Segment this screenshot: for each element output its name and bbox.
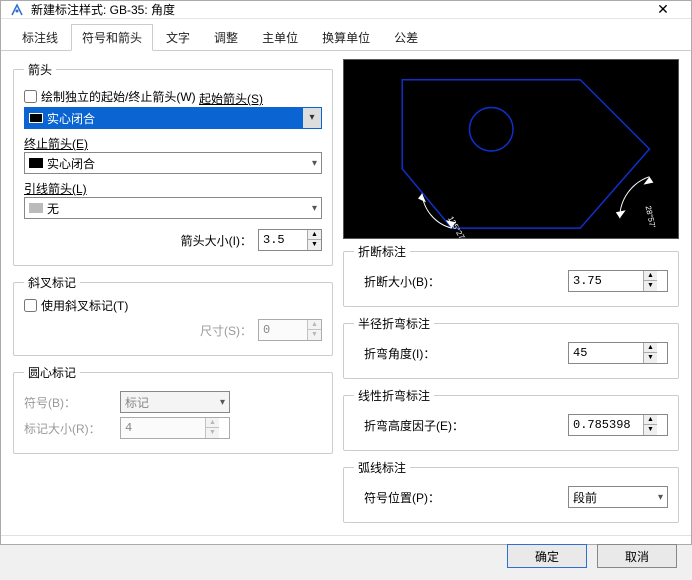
jog-angle-up-icon[interactable]: ▲	[643, 343, 657, 353]
tab-symbols-arrows[interactable]: 符号和箭头	[71, 24, 153, 51]
group-arrowhead-legend: 箭头	[24, 61, 56, 78]
spinner-jog-factor[interactable]: ▲▼	[568, 414, 668, 436]
jog-factor-down-icon[interactable]: ▼	[643, 425, 657, 435]
chevron-down-icon: ▾	[220, 397, 225, 408]
select-start-arrow-value: 实心闭合	[47, 110, 95, 127]
spinner-slant-size: ▲▼	[258, 319, 322, 341]
label-leader-arrow: 引线箭头(L)	[24, 180, 87, 197]
label-start-arrow: 起始箭头(S)	[199, 90, 263, 107]
jog-angle-down-icon[interactable]: ▼	[643, 353, 657, 363]
tab-alt-units[interactable]: 换算单位	[311, 24, 381, 51]
checkbox-independent-arrows-input[interactable]	[24, 90, 37, 103]
chevron-down-icon[interactable]: ▾	[312, 158, 317, 169]
group-break: 折断标注 折断大小(B)： ▲▼	[343, 243, 679, 307]
select-arc-pos[interactable]: 段前 ▾	[568, 486, 668, 508]
svg-text:135°27': 135°27'	[446, 215, 467, 238]
arrow-size-down-icon[interactable]: ▼	[307, 240, 321, 250]
select-start-arrow[interactable]: 实心闭合 ▾	[24, 107, 322, 129]
spinner-jog-angle[interactable]: ▲▼	[568, 342, 668, 364]
titlebar: 新建标注样式: GB-35: 角度 ✕	[1, 1, 691, 19]
input-arrow-size[interactable]	[259, 230, 307, 250]
break-down-icon[interactable]: ▼	[643, 281, 657, 291]
label-jog-angle: 折弯角度(I)：	[364, 345, 568, 362]
tab-tolerance[interactable]: 公差	[383, 24, 429, 51]
svg-text:28°57': 28°57'	[644, 205, 658, 229]
tab-fit[interactable]: 调整	[203, 24, 249, 51]
chevron-down-icon[interactable]: ▾	[303, 108, 321, 128]
slant-up-icon: ▲	[307, 320, 321, 330]
label-break-size: 折断大小(B)：	[364, 273, 568, 290]
group-jog-radius-legend: 半径折弯标注	[354, 315, 434, 332]
checkbox-independent-arrows[interactable]: 绘制独立的起始/终止箭头(W)	[24, 88, 196, 105]
group-slant: 斜叉标记 使用斜叉标记(T) 尺寸(S)： ▲▼	[13, 274, 333, 356]
chevron-down-icon[interactable]: ▾	[312, 203, 317, 214]
right-column: 135°27' 28°57' 折断标注 折断大小(B)： ▲▼	[343, 57, 679, 527]
label-jog-factor: 折弯高度因子(E)：	[364, 417, 568, 434]
cancel-button[interactable]: 取消	[597, 544, 677, 568]
leader-arrow-swatch-icon	[29, 203, 43, 213]
jog-factor-up-icon[interactable]: ▲	[643, 415, 657, 425]
label-slant-size: 尺寸(S)：	[200, 322, 252, 339]
group-center: 圆心标记 符号(B)： 标记 ▾ 标记大小(R)： ▲▼	[13, 364, 333, 454]
input-break-size[interactable]	[569, 271, 643, 291]
input-slant-size	[259, 320, 307, 340]
tab-text[interactable]: 文字	[155, 24, 201, 51]
spinner-arrow-size[interactable]: ▲▼	[258, 229, 322, 251]
group-jog-radius: 半径折弯标注 折弯角度(I)： ▲▼	[343, 315, 679, 379]
select-center-symbol: 标记 ▾	[120, 391, 230, 413]
group-jog-linear-legend: 线性折弯标注	[354, 387, 434, 404]
label-center-symbol: 符号(B)：	[24, 394, 114, 411]
group-break-legend: 折断标注	[354, 243, 410, 260]
select-leader-arrow-value: 无	[47, 200, 59, 217]
button-bar: 确定 取消	[1, 535, 691, 580]
group-center-legend: 圆心标记	[24, 364, 80, 381]
input-jog-factor[interactable]	[569, 415, 643, 435]
window-title: 新建标注样式: GB-35: 角度	[31, 1, 643, 18]
content-area: 箭头 绘制独立的起始/终止箭头(W) 起始箭头(S) 实心闭合 ▾ 终止箭头(E…	[1, 51, 691, 535]
label-end-arrow: 终止箭头(E)	[24, 135, 88, 152]
select-center-symbol-value: 标记	[125, 394, 149, 411]
select-end-arrow-value: 实心闭合	[47, 155, 95, 172]
checkbox-use-slant-input[interactable]	[24, 299, 37, 312]
slant-down-icon: ▼	[307, 330, 321, 340]
select-end-arrow[interactable]: 实心闭合 ▾	[24, 152, 322, 174]
spinner-break-size[interactable]: ▲▼	[568, 270, 668, 292]
select-arc-pos-value: 段前	[573, 489, 597, 506]
app-icon	[9, 2, 25, 18]
spinner-center-marksize: ▲▼	[120, 417, 230, 439]
dialog-window: 新建标注样式: GB-35: 角度 ✕ 标注线 符号和箭头 文字 调整 主单位 …	[0, 0, 692, 545]
tab-dimline[interactable]: 标注线	[11, 24, 69, 51]
close-icon[interactable]: ✕	[643, 1, 683, 18]
break-up-icon[interactable]: ▲	[643, 271, 657, 281]
chevron-down-icon[interactable]: ▾	[658, 492, 663, 503]
left-column: 箭头 绘制独立的起始/终止箭头(W) 起始箭头(S) 实心闭合 ▾ 终止箭头(E…	[13, 57, 333, 527]
tab-primary-units[interactable]: 主单位	[251, 24, 309, 51]
marksize-down-icon: ▼	[205, 428, 219, 438]
group-jog-linear: 线性折弯标注 折弯高度因子(E)： ▲▼	[343, 387, 679, 451]
ok-button[interactable]: 确定	[507, 544, 587, 568]
select-leader-arrow[interactable]: 无 ▾	[24, 197, 322, 219]
checkbox-use-slant[interactable]: 使用斜叉标记(T)	[24, 297, 128, 314]
label-arrow-size: 箭头大小(I)：	[181, 232, 252, 249]
label-center-marksize: 标记大小(R)：	[24, 420, 114, 437]
group-slant-legend: 斜叉标记	[24, 274, 80, 291]
group-arrowhead: 箭头 绘制独立的起始/终止箭头(W) 起始箭头(S) 实心闭合 ▾ 终止箭头(E…	[13, 61, 333, 266]
end-arrow-swatch-icon	[29, 158, 43, 168]
tab-bar: 标注线 符号和箭头 文字 调整 主单位 换算单位 公差	[1, 19, 691, 51]
arrow-size-up-icon[interactable]: ▲	[307, 230, 321, 240]
checkbox-independent-arrows-label: 绘制独立的起始/终止箭头(W)	[41, 88, 196, 105]
checkbox-use-slant-label: 使用斜叉标记(T)	[41, 297, 128, 314]
input-center-marksize	[121, 418, 205, 438]
group-arc: 弧线标注 符号位置(P)： 段前 ▾	[343, 459, 679, 523]
group-arc-legend: 弧线标注	[354, 459, 410, 476]
input-jog-angle[interactable]	[569, 343, 643, 363]
marksize-up-icon: ▲	[205, 418, 219, 428]
preview-pane: 135°27' 28°57'	[343, 59, 679, 239]
label-arc-pos: 符号位置(P)：	[364, 489, 568, 506]
start-arrow-swatch-icon	[29, 113, 43, 123]
